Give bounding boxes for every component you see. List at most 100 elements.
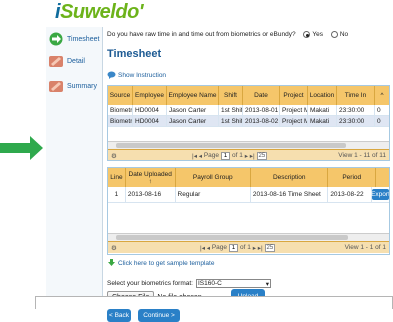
- gear-icon[interactable]: ⚙: [111, 244, 117, 252]
- biometrics-question: Do you have raw time in and time out fro…: [107, 31, 348, 38]
- cell-date-uploaded: 2013-08-16: [126, 187, 176, 202]
- cell-extra: 0: [377, 117, 381, 125]
- format-value: IS160-C: [197, 280, 222, 287]
- cell-project: Project M: [282, 105, 308, 115]
- cell-employee-name: Jason Carter: [167, 105, 219, 115]
- page-title: Timesheet: [107, 48, 162, 60]
- page-label: Page: [211, 244, 228, 251]
- sidebar-item-timesheet[interactable]: Timesheet: [48, 29, 99, 49]
- scroll-up-arrow[interactable]: ^: [375, 86, 389, 105]
- view-count: View 1 - 1 of 1: [344, 244, 386, 251]
- table-row[interactable]: Biometri HD0004 Jason Carter 1st Shift 2…: [108, 105, 389, 116]
- col-project[interactable]: Project: [280, 86, 308, 105]
- app-window: iSuweldo' Timesheet Detail Summary Do yo…: [46, 0, 393, 322]
- col-description[interactable]: Description: [251, 168, 329, 187]
- show-instruction-link[interactable]: Show Instruction: [107, 71, 166, 79]
- page-label: Page: [203, 152, 220, 159]
- cell-shift: 1st Shift: [221, 105, 243, 115]
- col-date[interactable]: Date: [243, 86, 280, 105]
- cell-employee-name: Jason Carter: [167, 116, 219, 126]
- cell-payroll-group: Regular: [176, 187, 251, 202]
- page-of: of 1: [240, 244, 251, 251]
- gear-icon[interactable]: ⚙: [111, 152, 117, 160]
- yes-radio[interactable]: [303, 31, 311, 38]
- col-shift[interactable]: Shift: [219, 86, 243, 105]
- biometrics-format-select[interactable]: IS160-C ▾: [195, 279, 271, 288]
- cell-source: Biometri: [110, 116, 133, 126]
- show-instruction-label: Show Instruction: [118, 71, 167, 79]
- col-time-in[interactable]: Time In: [337, 86, 375, 105]
- no-label: No: [339, 31, 349, 39]
- col-date-uploaded-label: Date Uploaded: [128, 170, 172, 178]
- col-date-uploaded[interactable]: Date Uploaded ↑: [126, 168, 176, 187]
- download-icon: [108, 259, 115, 266]
- col-payroll-group[interactable]: Payroll Group: [176, 168, 251, 187]
- export-button[interactable]: Export: [371, 189, 389, 200]
- page-input[interactable]: [221, 151, 231, 160]
- first-page-icon[interactable]: |◂ ◂: [192, 152, 202, 160]
- page-size-select[interactable]: 25: [264, 243, 276, 252]
- cell-project: Project M: [282, 116, 308, 126]
- page-of: of 1: [232, 152, 243, 159]
- cell-source: Biometri: [110, 105, 133, 115]
- page-input[interactable]: [229, 243, 239, 252]
- cell-description: 2013-08-16 Time Sheet: [251, 187, 329, 202]
- horizontal-scrollbar[interactable]: [108, 233, 389, 241]
- pen-icon: [49, 81, 63, 92]
- continue-button[interactable]: Continue >: [138, 309, 180, 322]
- first-page-icon[interactable]: |◂ ◂: [200, 244, 210, 252]
- col-location[interactable]: Location: [308, 86, 337, 105]
- pen-icon: [49, 56, 63, 67]
- sidebar-item-label: Detail: [67, 57, 85, 65]
- sidebar: Timesheet Detail Summary: [46, 27, 103, 296]
- cell-time-in: 23:30:00: [337, 105, 375, 115]
- col-line[interactable]: Line: [108, 168, 126, 187]
- logo: iSuweldo': [55, 1, 144, 24]
- sidebar-item-label: Timesheet: [67, 35, 100, 43]
- cell-employee: HD0004: [133, 105, 167, 115]
- back-button[interactable]: < Back: [107, 309, 131, 322]
- cell-date: 2013-08-02: [245, 116, 280, 126]
- col-employee[interactable]: Employee: [133, 86, 167, 105]
- cell-line: 1: [108, 187, 126, 202]
- sidebar-item-label: Summary: [67, 82, 97, 90]
- sample-template-link[interactable]: Click here to get sample template: [107, 259, 214, 267]
- logo-mark: ': [138, 1, 144, 23]
- table-row[interactable]: Biometri HD0004 Jason Carter 1st Shift 2…: [108, 116, 389, 127]
- horizontal-scrollbar[interactable]: [108, 141, 389, 149]
- bottom-panel: [35, 296, 393, 309]
- cell-location: Makati: [308, 105, 337, 115]
- view-count: View 1 - 11 of 11: [338, 152, 386, 159]
- scrollbar-thumb[interactable]: [116, 235, 348, 240]
- cell-shift: 1st Shift: [221, 116, 243, 126]
- table-row[interactable]: 1 2013-08-16 Regular 2013-08-16 Time She…: [108, 187, 389, 203]
- col-source[interactable]: Source: [108, 86, 133, 105]
- page-size-select[interactable]: 25: [256, 151, 268, 160]
- cell-period: 2013-08-22: [328, 187, 372, 202]
- col-period[interactable]: Period: [328, 168, 377, 187]
- main-content: Do you have raw time in and time out fro…: [107, 27, 393, 322]
- question-text: Do you have raw time in and time out fro…: [107, 31, 296, 39]
- yes-label: Yes: [312, 31, 324, 39]
- col-employee-name[interactable]: Employee Name: [167, 86, 219, 105]
- grid-pager: ⚙ |◂ ◂ Page of 1 ▸ ▸| 25 View 1 - 1 of 1: [108, 241, 389, 253]
- sidebar-item-summary[interactable]: Summary: [48, 76, 97, 96]
- cell-extra: 0: [377, 106, 381, 114]
- cell-location: Makati: [308, 116, 337, 126]
- upload-history-grid: Line Date Uploaded ↑ Payroll Group Descri…: [107, 167, 390, 255]
- sample-template-label: Click here to get sample template: [118, 259, 215, 267]
- biometrics-format-row: Select your biometrics format: IS160-C ▾: [107, 279, 271, 288]
- next-page-icon[interactable]: ▸ ▸|: [245, 152, 255, 160]
- scrollbar-thumb[interactable]: [116, 143, 346, 148]
- pager-controls: |◂ ◂ Page of 1 ▸ ▸| 25: [192, 151, 268, 160]
- no-radio[interactable]: [330, 31, 338, 38]
- grid-header: Line Date Uploaded ↑ Payroll Group Descri…: [108, 168, 389, 187]
- grid-pager: ⚙ |◂ ◂ Page of 1 ▸ ▸| 25 View 1 - 11 of …: [108, 149, 389, 160]
- next-page-icon[interactable]: ▸ ▸|: [253, 244, 263, 252]
- grid-body-empty: [108, 203, 389, 233]
- grid-body-empty: [108, 127, 389, 141]
- grid-header: Source Employee Employee Name Shift Date…: [108, 86, 389, 105]
- cell-date: 2013-08-01: [245, 105, 280, 115]
- logo-brand: Suweldo: [60, 1, 139, 23]
- sidebar-item-detail[interactable]: Detail: [48, 51, 85, 71]
